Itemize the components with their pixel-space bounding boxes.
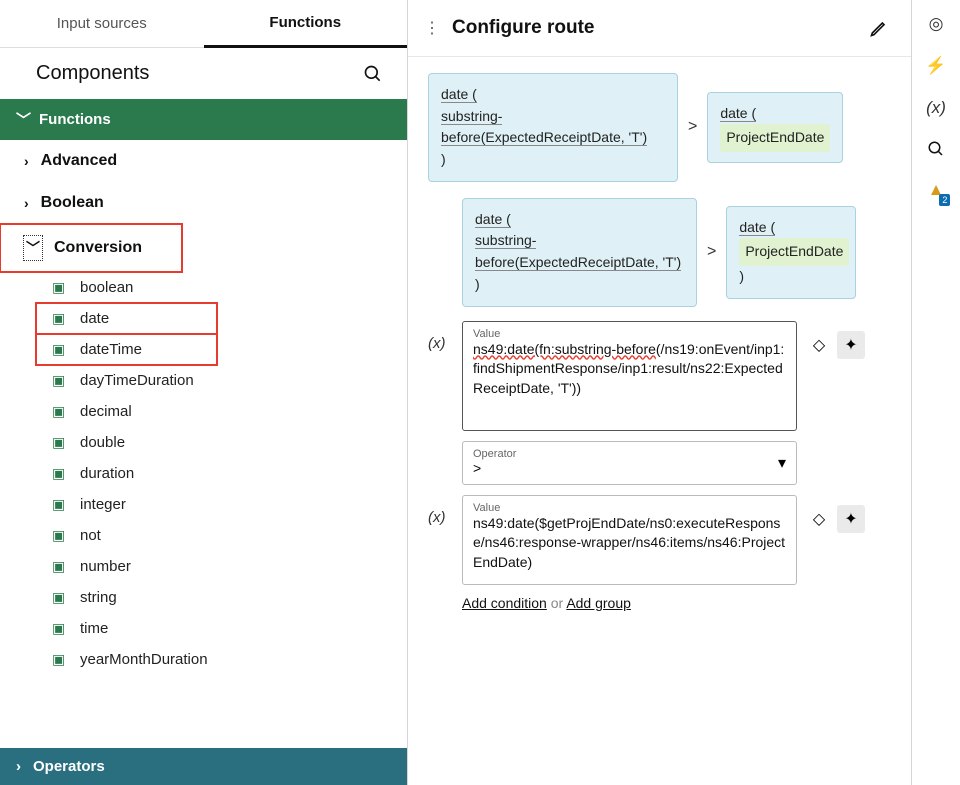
section-functions-label: Functions <box>39 111 111 128</box>
function-icon: ▣ <box>52 403 70 420</box>
add-links: Add condition or Add group <box>462 595 891 611</box>
tabs: Input sources Functions <box>0 0 407 48</box>
function-icon: ▣ <box>52 310 70 327</box>
group-conversion[interactable]: ﹀ Conversion <box>0 224 182 272</box>
fn-not[interactable]: ▣not <box>0 520 407 551</box>
row-actions-1: ◇ ✦ <box>805 321 865 359</box>
expr-left-2[interactable]: date ( substring-before(ExpectedReceiptD… <box>462 198 697 307</box>
value-input-2[interactable]: Value ns49:date($getProjEndDate/ns0:exec… <box>462 495 797 585</box>
group-advanced-label: Advanced <box>41 152 117 170</box>
eraser-icon[interactable]: ◇ <box>805 505 833 533</box>
function-tree: › Advanced › Boolean ﹀ Conversion ▣boole… <box>0 140 407 748</box>
fn-time[interactable]: ▣time <box>0 613 407 644</box>
fn-boolean[interactable]: ▣boolean <box>0 272 407 303</box>
tab-input-sources[interactable]: Input sources <box>0 0 204 48</box>
function-icon: ▣ <box>52 465 70 482</box>
alert-icon[interactable]: ▲2 <box>928 180 945 200</box>
function-icon: ▣ <box>52 651 70 668</box>
fn-decimal[interactable]: ▣decimal <box>0 396 407 427</box>
function-icon: ▣ <box>52 434 70 451</box>
fn-duration[interactable]: ▣duration <box>0 458 407 489</box>
center-panel: ⋮ Configure route date ( substring-befor… <box>408 0 912 785</box>
page-title: Configure route <box>452 17 863 39</box>
add-group-link[interactable]: Add group <box>566 595 631 611</box>
alert-badge: 2 <box>939 194 950 206</box>
fn-number[interactable]: ▣number <box>0 551 407 582</box>
expr-right-2[interactable]: date ( ProjectEndDate ) <box>726 206 856 299</box>
value-input-1[interactable]: Value ns49:date(fn:substring-before(/ns1… <box>462 321 797 431</box>
tab-functions[interactable]: Functions <box>204 0 408 48</box>
search-icon[interactable] <box>363 64 383 84</box>
settings-icon[interactable]: ✦ <box>837 505 865 533</box>
function-icon: ▣ <box>52 620 70 637</box>
function-icon: ▣ <box>52 527 70 544</box>
function-icon: ▣ <box>52 558 70 575</box>
drag-handle-icon[interactable]: ⋮ <box>424 18 440 38</box>
edit-button[interactable] <box>863 12 895 44</box>
expr-right-1[interactable]: date ( ProjectEndDate <box>707 92 843 163</box>
chevron-down-icon: ﹀ <box>24 236 42 260</box>
group-conversion-label: Conversion <box>54 239 142 257</box>
section-operators-label: Operators <box>33 758 105 775</box>
operator-symbol: > <box>707 243 716 261</box>
components-header: Components <box>0 48 407 99</box>
chevron-down-icon: ▾ <box>778 453 786 473</box>
search-panel-icon[interactable] <box>927 140 945 158</box>
operator-select[interactable]: Operator > ▾ <box>462 441 797 485</box>
fn-double[interactable]: ▣double <box>0 427 407 458</box>
variable-panel-icon[interactable]: (x) <box>926 98 946 118</box>
function-icon: ▣ <box>52 496 70 513</box>
function-icon: ▣ <box>52 341 70 358</box>
group-boolean[interactable]: › Boolean <box>0 182 407 224</box>
function-icon: ▣ <box>52 279 70 296</box>
expr-left-1[interactable]: date ( substring-before(ExpectedReceiptD… <box>428 73 678 182</box>
target-icon[interactable]: ◎ <box>929 14 944 34</box>
chevron-right-icon: › <box>24 153 29 169</box>
operator-symbol: > <box>688 118 697 136</box>
expression-row-1: date ( substring-before(ExpectedReceiptD… <box>428 73 891 182</box>
row-actions-2: ◇ ✦ <box>805 495 865 533</box>
left-panel: Input sources Functions Components ﹀ Fun… <box>0 0 408 785</box>
eraser-icon[interactable]: ◇ <box>805 331 833 359</box>
chevron-down-icon: ﹀ <box>16 109 31 130</box>
fn-dayTimeDuration[interactable]: ▣dayTimeDuration <box>0 365 407 396</box>
expression-body: date ( substring-before(ExpectedReceiptD… <box>408 57 911 785</box>
group-boolean-label: Boolean <box>41 194 104 212</box>
fn-date[interactable]: ▣date <box>36 303 217 334</box>
configure-route-header: ⋮ Configure route <box>408 0 911 57</box>
settings-icon[interactable]: ✦ <box>837 331 865 359</box>
group-advanced[interactable]: › Advanced <box>0 140 407 182</box>
right-rail: ◎ ⚡ (x) ▲2 <box>912 0 960 785</box>
value-row-2: (x) Value ns49:date($getProjEndDate/ns0:… <box>428 495 891 585</box>
variable-icon: (x) <box>428 495 454 526</box>
fn-yearMonthDuration[interactable]: ▣yearMonthDuration <box>0 644 407 675</box>
section-operators[interactable]: › Operators <box>0 748 407 785</box>
fn-dateTime[interactable]: ▣dateTime <box>36 334 217 365</box>
section-functions[interactable]: ﹀ Functions <box>0 99 407 140</box>
fn-integer[interactable]: ▣integer <box>0 489 407 520</box>
add-condition-link[interactable]: Add condition <box>462 595 547 611</box>
variable-icon: (x) <box>428 321 454 352</box>
components-title: Components <box>36 62 149 85</box>
expression-row-2: date ( substring-before(ExpectedReceiptD… <box>462 198 891 307</box>
function-icon: ▣ <box>52 589 70 606</box>
value-row-1: (x) Value ns49:date(fn:substring-before(… <box>428 321 891 431</box>
fn-string[interactable]: ▣string <box>0 582 407 613</box>
bolt-icon[interactable]: ⚡ <box>925 56 946 76</box>
chevron-right-icon: › <box>16 758 21 775</box>
function-icon: ▣ <box>52 372 70 389</box>
chevron-right-icon: › <box>24 195 29 211</box>
